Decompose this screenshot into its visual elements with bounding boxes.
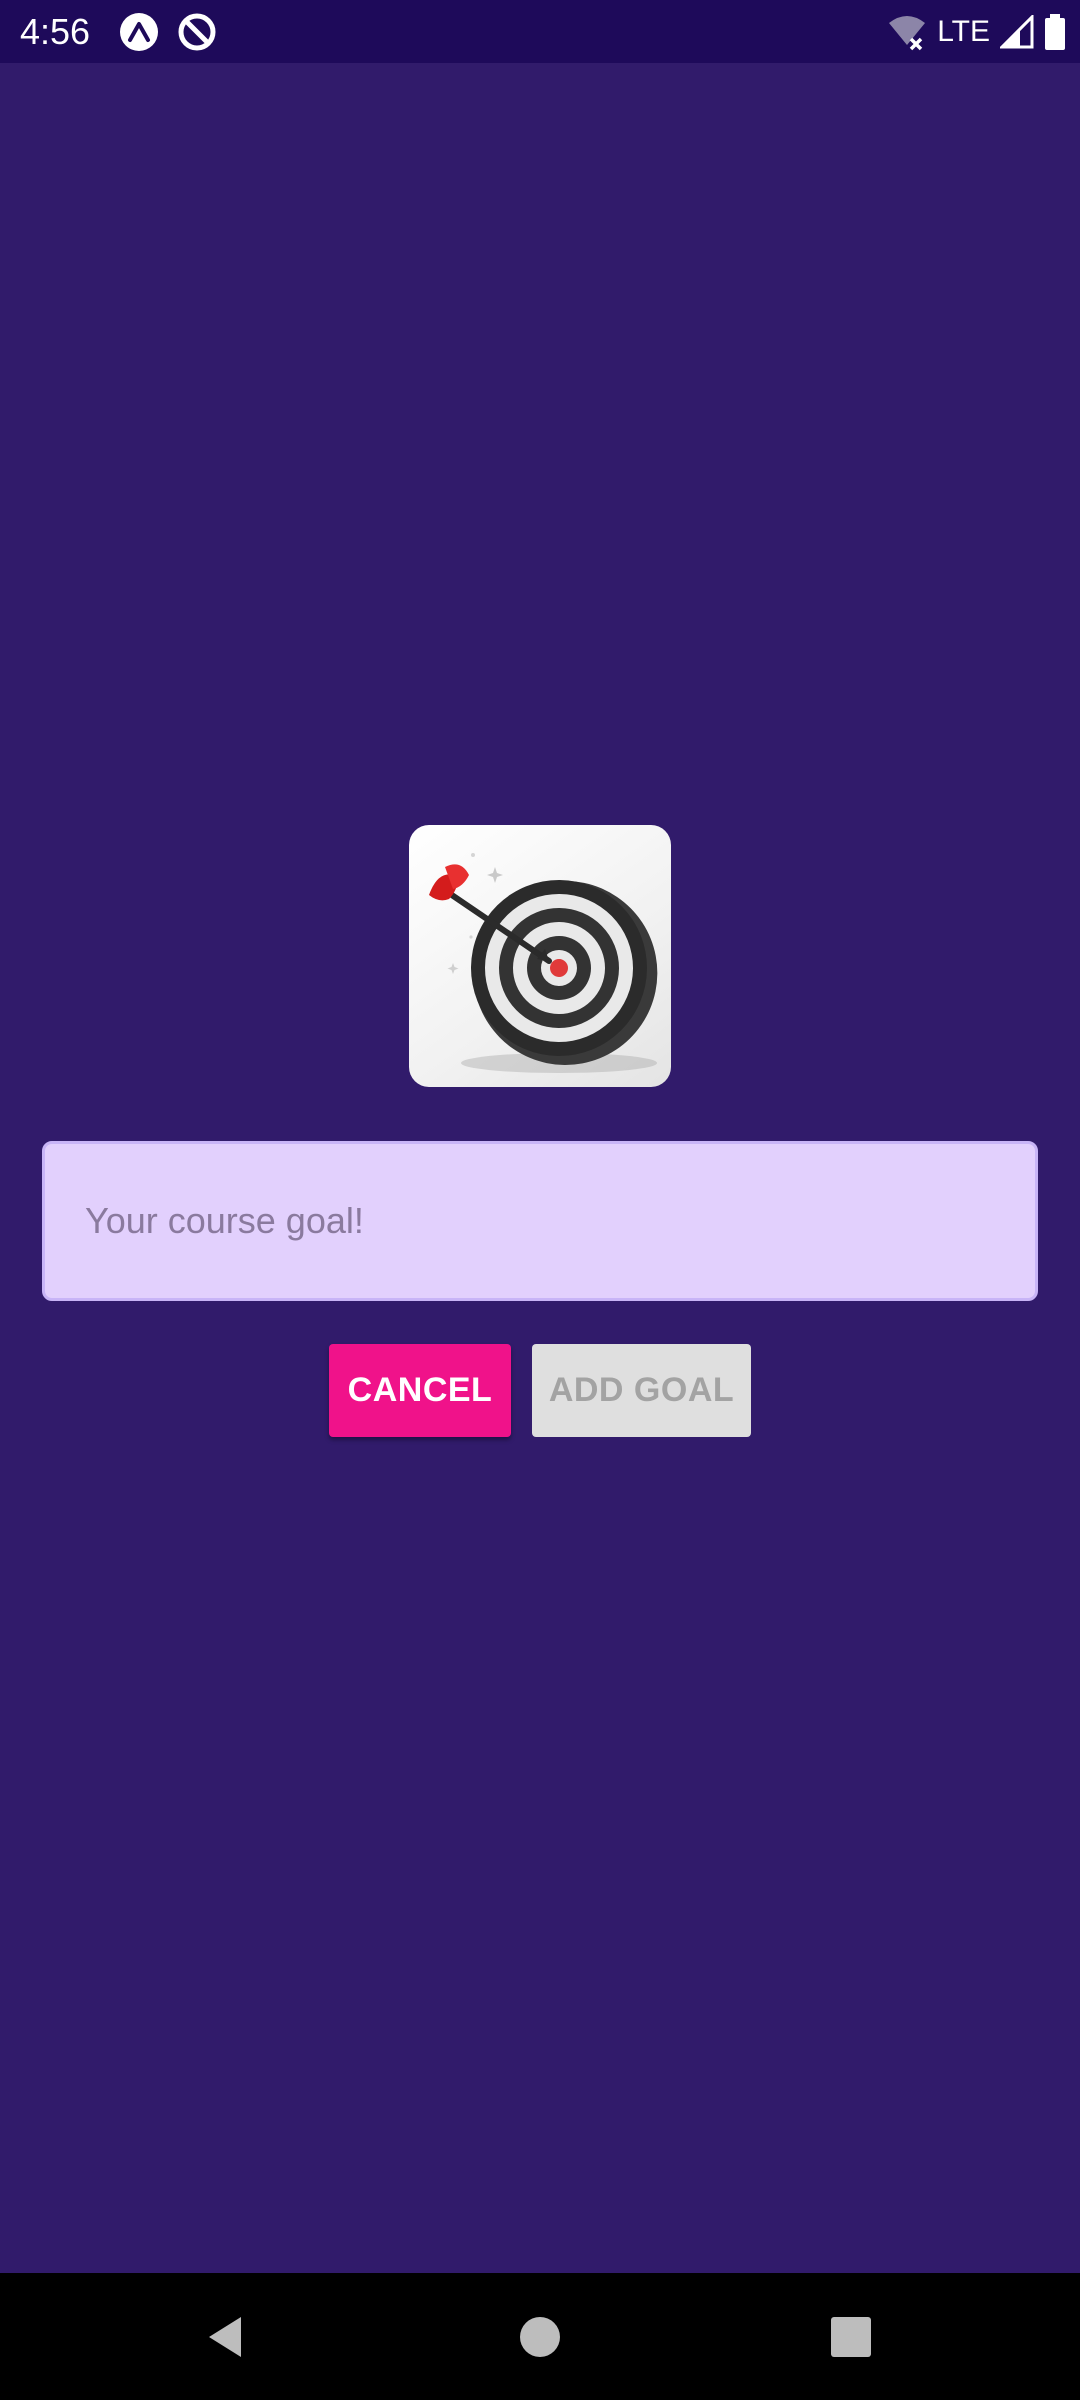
network-type-label: LTE: [937, 15, 990, 48]
cancel-button[interactable]: CANCEL: [329, 1344, 511, 1437]
navigation-bar: [0, 2273, 1080, 2400]
status-bar: 4:56 LTE: [0, 0, 1080, 63]
goal-target-image: [409, 825, 671, 1087]
back-icon[interactable]: [201, 2313, 249, 2361]
expo-notification-icon: [120, 13, 158, 51]
battery-icon: [1045, 14, 1065, 50]
status-icons: LTE: [887, 10, 1066, 54]
add-goal-button[interactable]: ADD GOAL: [532, 1344, 751, 1437]
app-notification-icon: [178, 13, 216, 51]
course-goal-input[interactable]: [42, 1141, 1038, 1301]
cell-signal-icon: [1000, 15, 1034, 49]
home-icon[interactable]: [516, 2313, 564, 2361]
target-icon: [429, 853, 658, 1073]
status-time: 4:56: [20, 11, 91, 52]
recents-icon[interactable]: [827, 2313, 875, 2361]
wifi-off-icon: [889, 16, 926, 51]
